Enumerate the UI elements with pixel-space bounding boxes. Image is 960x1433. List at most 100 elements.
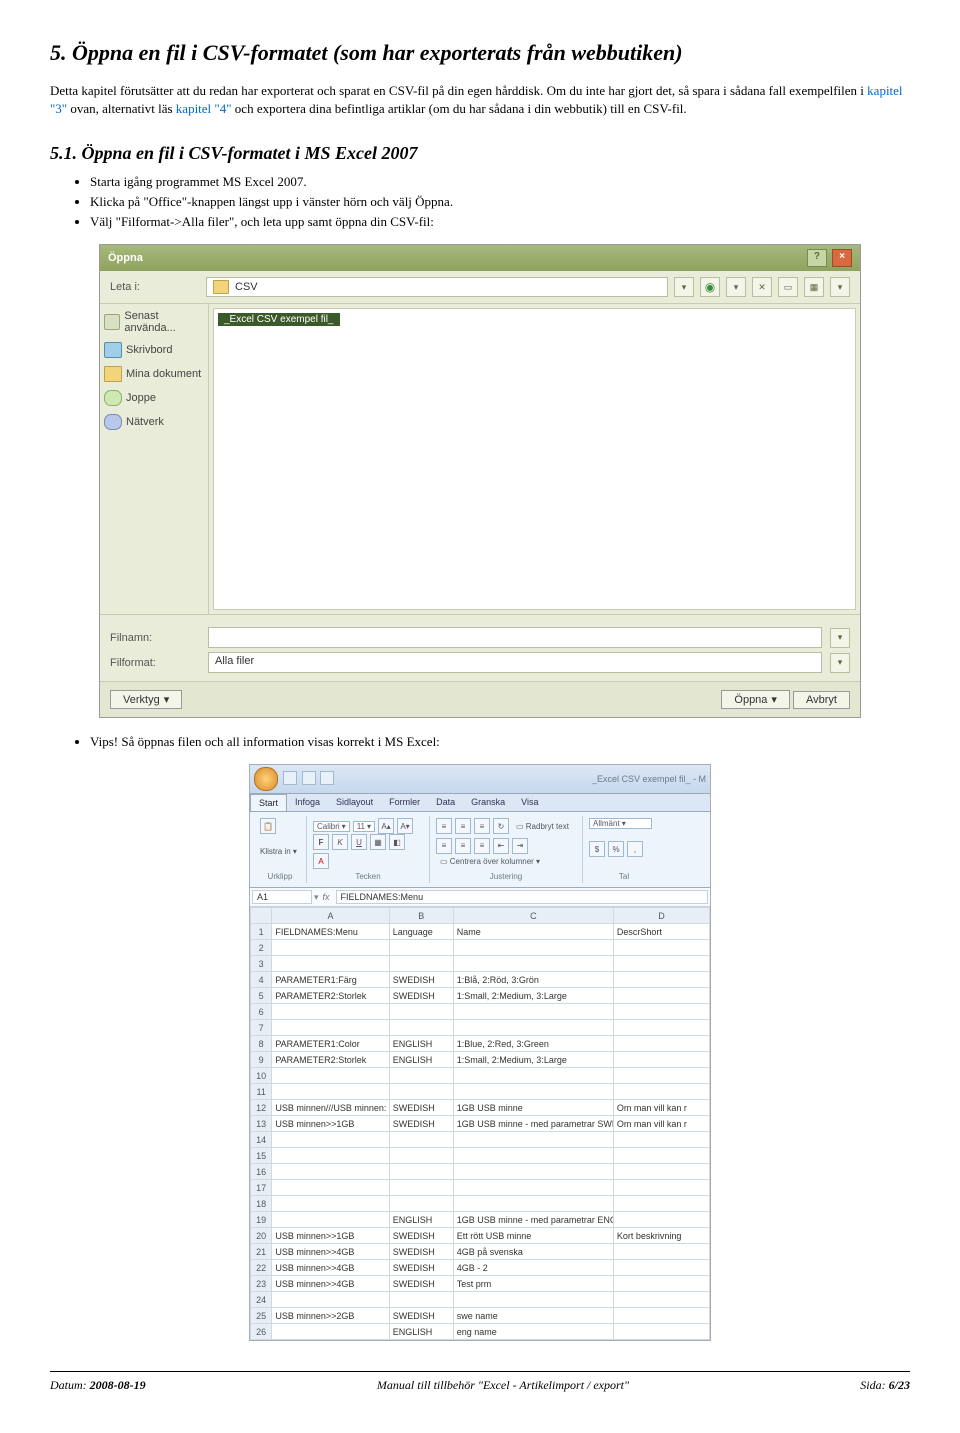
cell[interactable]: ENGLISH [389,1052,453,1068]
row-header[interactable]: 19 [251,1212,272,1228]
tools-button[interactable]: Verktyg ▾ [110,690,182,709]
font-color-icon[interactable]: A [313,853,329,869]
cell[interactable]: USB minnen>>2GB [272,1308,389,1324]
cell[interactable] [272,1324,389,1340]
indent-dec-icon[interactable]: ⇤ [493,838,509,854]
cell[interactable]: 1:Small, 2:Medium, 3:Large [453,988,613,1004]
cell[interactable]: Name [453,924,613,940]
cell[interactable] [453,940,613,956]
cell[interactable] [453,1148,613,1164]
tab-data[interactable]: Data [428,794,463,811]
up-icon[interactable]: ▾ [726,277,746,297]
cell[interactable] [272,1164,389,1180]
cell[interactable] [453,1132,613,1148]
cell[interactable]: 1GB USB minne [453,1100,613,1116]
row-header[interactable]: 14 [251,1132,272,1148]
cell[interactable] [389,1292,453,1308]
cell[interactable]: PARAMETER2:Storlek [272,988,389,1004]
row-header[interactable]: 20 [251,1228,272,1244]
cell[interactable] [389,1004,453,1020]
cell[interactable]: DescrShort [613,924,709,940]
cell[interactable] [453,956,613,972]
row-header[interactable]: 11 [251,1084,272,1100]
cell[interactable] [453,1004,613,1020]
cell[interactable]: USB minnen>>4GB [272,1260,389,1276]
row-header[interactable]: 6 [251,1004,272,1020]
row-header[interactable]: 1 [251,924,272,940]
cell[interactable]: SWEDISH [389,1276,453,1292]
cell[interactable]: USB minnen>>1GB [272,1228,389,1244]
cell[interactable]: ENGLISH [389,1212,453,1228]
border-icon[interactable]: ▦ [370,834,386,850]
row-header[interactable]: 25 [251,1308,272,1324]
place-user[interactable]: Joppe [104,390,204,406]
increase-font-icon[interactable]: A▴ [378,818,394,834]
spreadsheet-grid[interactable]: A B C D 1FIELDNAMES:MenuLanguageNameDesc… [250,907,710,1340]
cell[interactable] [389,1148,453,1164]
back-icon[interactable]: ◉ [700,277,720,297]
row-header[interactable]: 22 [251,1260,272,1276]
row-header[interactable]: 16 [251,1164,272,1180]
row-header[interactable]: 15 [251,1148,272,1164]
cell[interactable]: PARAMETER1:Color [272,1036,389,1052]
cell[interactable]: Om man vill kan r [613,1116,709,1132]
cell[interactable] [613,1020,709,1036]
cell[interactable] [272,1212,389,1228]
newfolder-icon[interactable]: ▭ [778,277,798,297]
place-network[interactable]: Nätverk [104,414,204,430]
cell[interactable] [272,1020,389,1036]
cell[interactable]: SWEDISH [389,1308,453,1324]
row-header[interactable]: 2 [251,940,272,956]
row-header[interactable]: 26 [251,1324,272,1340]
place-documents[interactable]: Mina dokument [104,366,204,382]
tab-sidlayout[interactable]: Sidlayout [328,794,381,811]
file-entry-selected[interactable]: _Excel CSV exempel fil_ [218,313,340,326]
cell[interactable] [613,1260,709,1276]
row-header[interactable]: 5 [251,988,272,1004]
cell[interactable] [389,1084,453,1100]
qat-redo-icon[interactable] [320,771,334,785]
cell[interactable] [389,940,453,956]
font-name-combo[interactable]: Calibri ▾ [313,821,350,832]
underline-icon[interactable]: U [351,834,367,850]
cell[interactable] [613,956,709,972]
cell[interactable] [613,972,709,988]
cell[interactable]: SWEDISH [389,1116,453,1132]
cell[interactable] [272,940,389,956]
format-dropdown-icon[interactable]: ▾ [830,653,850,673]
link-chapter-4[interactable]: kapitel "4" [176,101,232,116]
merge-button[interactable]: ▭ Centrera över kolumner ▾ [440,857,540,866]
cell[interactable]: USB minnen>>1GB [272,1116,389,1132]
cell[interactable]: 1:Small, 2:Medium, 3:Large [453,1052,613,1068]
cell[interactable] [389,1020,453,1036]
cell[interactable]: 4GB - 2 [453,1260,613,1276]
orientation-icon[interactable]: ↻ [493,818,509,834]
cell[interactable] [613,1084,709,1100]
row-header[interactable]: 12 [251,1100,272,1116]
cell[interactable] [453,1196,613,1212]
col-header-A[interactable]: A [272,908,389,924]
cell[interactable]: eng name [453,1324,613,1340]
cell[interactable]: Kort beskrivning [613,1228,709,1244]
cell[interactable]: PARAMETER1:Färg [272,972,389,988]
cell[interactable] [389,1180,453,1196]
tab-formler[interactable]: Formler [381,794,428,811]
align-left-icon[interactable]: ≡ [436,838,452,854]
cell[interactable] [613,1036,709,1052]
cell[interactable] [613,1004,709,1020]
row-header[interactable]: 8 [251,1036,272,1052]
cell[interactable] [613,1132,709,1148]
cell[interactable] [613,1068,709,1084]
fill-icon[interactable]: ◧ [389,834,405,850]
qat-undo-icon[interactable] [302,771,316,785]
help-icon[interactable]: ? [807,249,827,267]
align-top-icon[interactable]: ≡ [436,818,452,834]
formula-input[interactable]: FIELDNAMES:Menu [336,890,708,904]
indent-inc-icon[interactable]: ⇥ [512,838,528,854]
cell[interactable]: SWEDISH [389,988,453,1004]
cell[interactable]: SWEDISH [389,1244,453,1260]
cell[interactable]: USB minnen>>4GB [272,1244,389,1260]
cell[interactable]: 1:Blå, 2:Röd, 3:Grön [453,972,613,988]
format-combo[interactable]: Alla filer [208,652,822,673]
cell[interactable]: SWEDISH [389,1260,453,1276]
